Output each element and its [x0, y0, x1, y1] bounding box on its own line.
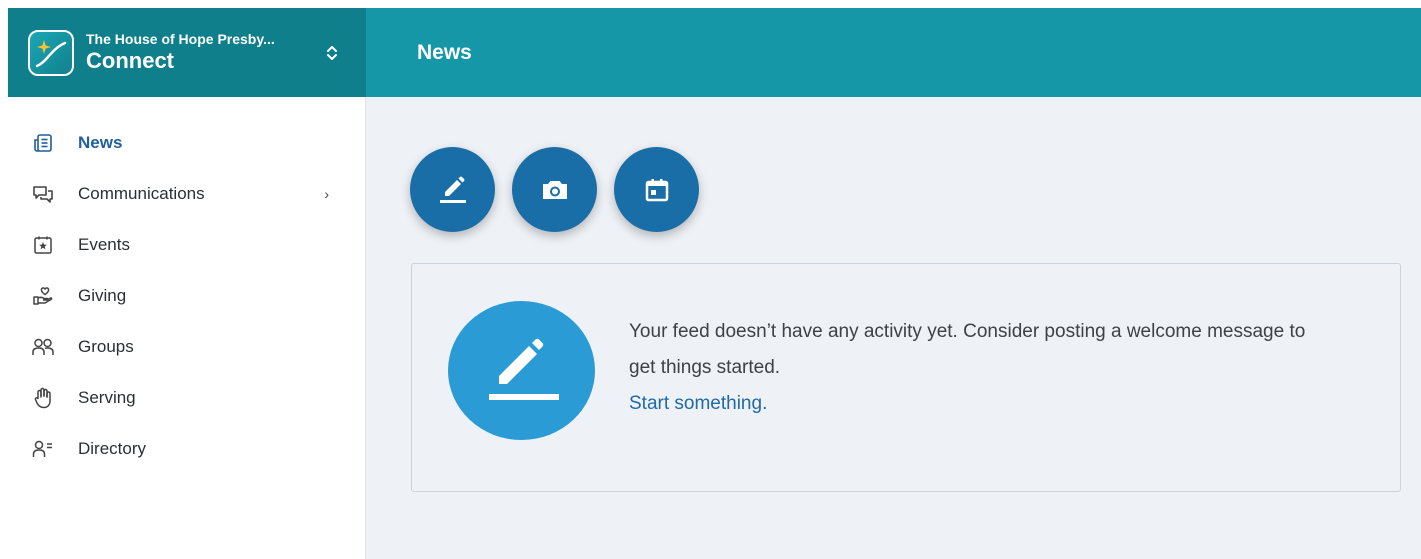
- person-list-icon: [32, 438, 54, 460]
- brand-text: The House of Hope Presby... Connect: [86, 32, 316, 73]
- post-actions: [410, 147, 699, 232]
- people-icon: [32, 336, 54, 358]
- write-post-button[interactable]: [410, 147, 495, 232]
- hand-heart-icon: [32, 285, 54, 307]
- sidebar-item-groups[interactable]: Groups: [8, 321, 365, 372]
- newspaper-icon: [32, 132, 54, 154]
- app-shell: The House of Hope Presby... Connect News: [8, 8, 1421, 559]
- raised-hand-icon: [32, 387, 54, 409]
- pencil-illustration-icon: [448, 301, 595, 440]
- main-content: Your feed doesn’t have any activity yet.…: [366, 97, 1421, 559]
- calendar-icon: [645, 178, 668, 201]
- sidebar-item-events[interactable]: Events: [8, 219, 365, 270]
- event-post-button[interactable]: [614, 147, 699, 232]
- sidebar-item-label: Groups: [78, 336, 134, 356]
- sidebar-item-giving[interactable]: Giving: [8, 270, 365, 321]
- page-title: News: [417, 40, 472, 64]
- org-switcher[interactable]: The House of Hope Presby... Connect: [8, 8, 366, 97]
- sidebar-nav: News Communications › Events Giving Grou…: [8, 97, 366, 559]
- sidebar-item-label: Giving: [78, 285, 127, 305]
- sidebar-item-label: Directory: [78, 438, 147, 458]
- sidebar-item-communications[interactable]: Communications ›: [8, 168, 365, 219]
- top-bar: News: [366, 8, 1421, 97]
- start-something-link[interactable]: Start something.: [629, 386, 767, 422]
- empty-feed-message-block: Your feed doesn’t have any activity yet.…: [629, 314, 1329, 422]
- chat-bubbles-icon: [32, 183, 54, 205]
- pencil-icon: [439, 176, 466, 203]
- sidebar-item-news[interactable]: News: [8, 117, 365, 168]
- sidebar-item-serving[interactable]: Serving: [8, 372, 365, 423]
- sidebar-item-label: News: [78, 132, 123, 152]
- sparkle-mountain-logo-icon: [28, 29, 74, 76]
- sidebar-item-label: Communications: [78, 183, 205, 203]
- app-name: Connect: [86, 47, 174, 73]
- photo-post-button[interactable]: [512, 147, 597, 232]
- chevron-right-icon: ›: [324, 185, 329, 202]
- sidebar-item-label: Events: [78, 234, 130, 254]
- camera-icon: [542, 180, 567, 199]
- chevron-updown-icon[interactable]: [324, 42, 340, 64]
- sidebar-item-label: Serving: [78, 387, 136, 407]
- org-name: The House of Hope Presby...: [86, 32, 275, 48]
- calendar-star-icon: [32, 234, 54, 256]
- sidebar-item-directory[interactable]: Directory: [8, 423, 365, 474]
- empty-feed-message: Your feed doesn’t have any activity yet.…: [629, 321, 1306, 378]
- empty-feed-card: Your feed doesn’t have any activity yet.…: [411, 263, 1401, 492]
